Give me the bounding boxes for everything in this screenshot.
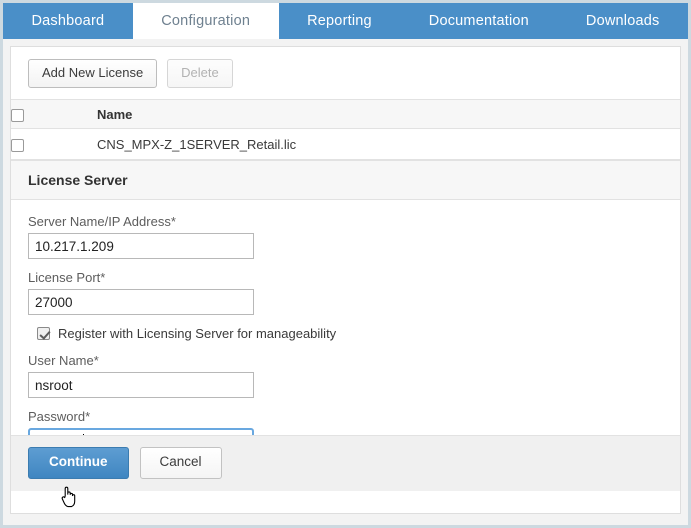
tab-reporting[interactable]: Reporting — [278, 3, 401, 39]
license-server-form: Server Name/IP Address* License Port* Re… — [11, 200, 680, 457]
configuration-panel: Add New License Delete Name CNS_MPX-Z_1S… — [10, 46, 681, 514]
password-label: Password* — [28, 409, 91, 425]
tab-documentation-label: Documentation — [428, 13, 529, 29]
table-row[interactable]: CNS_MPX-Z_1SERVER_Retail.lic — [11, 128, 680, 161]
tab-downloads[interactable]: Downloads — [557, 3, 688, 39]
row-license-name: CNS_MPX-Z_1SERVER_Retail.lic — [97, 128, 680, 161]
row-checkbox[interactable] — [11, 138, 24, 152]
row-select-cell — [11, 128, 97, 161]
main-navigation-tabs: Dashboard Configuration Reporting Docume… — [3, 3, 688, 39]
tab-configuration[interactable]: Configuration — [132, 3, 279, 39]
user-name-label: User Name* — [28, 353, 99, 369]
add-new-license-button[interactable]: Add New License — [28, 59, 158, 89]
select-all-checkbox[interactable] — [11, 108, 24, 122]
tab-reporting-label: Reporting — [307, 13, 372, 29]
register-checkbox[interactable] — [37, 327, 50, 341]
tab-dashboard[interactable]: Dashboard — [3, 3, 133, 39]
license-toolbar: Add New License Delete — [11, 47, 680, 99]
continue-button[interactable]: Continue — [28, 447, 129, 479]
server-name-label: Server Name/IP Address* — [28, 214, 176, 230]
form-action-bar: Continue Cancel — [11, 435, 680, 491]
content-area: Add New License Delete Name CNS_MPX-Z_1S… — [3, 39, 688, 525]
delete-button: Delete — [167, 59, 233, 89]
license-server-section-title: License Server — [11, 160, 680, 201]
license-table: Name CNS_MPX-Z_1SERVER_Retail.lic — [11, 99, 680, 161]
server-name-field-group: Server Name/IP Address* — [28, 214, 663, 260]
cancel-button[interactable]: Cancel — [139, 447, 222, 479]
tab-dashboard-label: Dashboard — [31, 13, 105, 29]
tab-documentation[interactable]: Documentation — [400, 3, 558, 39]
server-name-input[interactable] — [28, 233, 254, 260]
license-port-input[interactable] — [28, 289, 254, 316]
select-all-header-cell — [11, 99, 97, 130]
user-name-field-group: User Name* — [28, 353, 663, 399]
register-checkbox-label: Register with Licensing Server for manag… — [58, 326, 337, 342]
application-window: Dashboard Configuration Reporting Docume… — [0, 0, 691, 528]
table-header-row: Name — [11, 99, 680, 130]
user-name-input[interactable] — [28, 372, 254, 399]
tab-downloads-label: Downloads — [585, 13, 660, 29]
license-port-field-group: License Port* — [28, 270, 663, 316]
license-port-label: License Port* — [28, 270, 106, 286]
column-header-name: Name — [97, 99, 680, 130]
tab-configuration-label: Configuration — [161, 13, 251, 29]
register-checkbox-row[interactable]: Register with Licensing Server for manag… — [37, 326, 663, 341]
